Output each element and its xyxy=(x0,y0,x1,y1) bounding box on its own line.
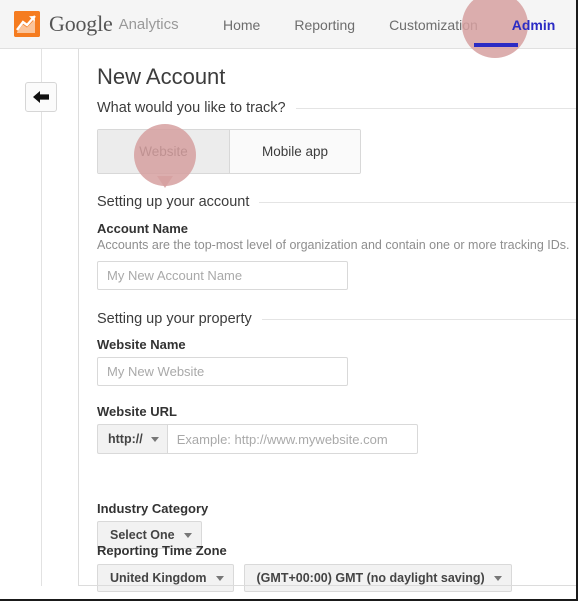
timezone-country-dropdown[interactable]: United Kingdom xyxy=(97,564,234,592)
account-name-label: Account Name xyxy=(97,221,189,236)
track-type-toggle-group: Website Mobile app xyxy=(97,129,361,174)
section-header-property: Setting up your property xyxy=(97,311,576,327)
section-divider-property xyxy=(261,318,576,320)
chevron-down-icon xyxy=(493,575,502,581)
reporting-time-zone-row: United Kingdom (GMT+00:00) GMT (no dayli… xyxy=(97,564,512,592)
app-window: Google Analytics Home Reporting Customiz… xyxy=(0,0,578,601)
account-name-help-text: Accounts are the top-most level of organ… xyxy=(97,238,570,252)
url-protocol-value: http:// xyxy=(108,432,143,446)
sidebar-collapse-button[interactable] xyxy=(25,82,57,112)
logo-analytics-text: Analytics xyxy=(118,15,179,33)
section-title-track: What would you like to track? xyxy=(97,100,286,116)
website-url-label: Website URL xyxy=(97,404,177,419)
chevron-down-icon xyxy=(215,575,224,581)
website-name-label: Website Name xyxy=(97,337,186,352)
timezone-offset-value: (GMT+00:00) GMT (no daylight saving) xyxy=(256,571,485,585)
url-protocol-dropdown[interactable]: http:// xyxy=(97,424,167,454)
section-header-track: What would you like to track? xyxy=(97,100,576,116)
timezone-offset-dropdown[interactable]: (GMT+00:00) GMT (no daylight saving) xyxy=(243,564,512,592)
chevron-down-icon xyxy=(183,532,192,538)
page-title: New Account xyxy=(97,64,226,89)
section-title-property: Setting up your property xyxy=(97,311,252,327)
section-header-account: Setting up your account xyxy=(97,194,576,210)
google-analytics-logo[interactable]: Google Analytics xyxy=(14,11,179,37)
nav-item-home[interactable]: Home xyxy=(206,0,277,49)
chevron-down-icon xyxy=(150,436,159,442)
section-divider-account xyxy=(259,201,576,203)
account-name-input[interactable] xyxy=(97,261,348,290)
google-analytics-logo-icon xyxy=(14,11,40,37)
nav-item-admin[interactable]: Admin xyxy=(495,0,573,49)
website-url-row: http:// xyxy=(97,424,418,454)
website-url-input[interactable] xyxy=(166,424,418,454)
section-title-account: Setting up your account xyxy=(97,194,250,210)
industry-category-value: Select One xyxy=(110,528,175,542)
arrow-left-icon xyxy=(32,90,50,104)
reporting-time-zone-label: Reporting Time Zone xyxy=(97,543,227,558)
nav-item-reporting[interactable]: Reporting xyxy=(277,0,372,49)
website-name-input[interactable] xyxy=(97,357,348,386)
main-content: New Account What would you like to track… xyxy=(79,49,576,592)
main-nav: Home Reporting Customization Admin xyxy=(206,0,572,49)
content-bottom-divider xyxy=(79,585,576,586)
sidebar-rail-outer xyxy=(41,49,42,586)
nav-item-customization[interactable]: Customization xyxy=(372,0,495,49)
timezone-country-value: United Kingdom xyxy=(110,571,207,585)
nav-active-underline xyxy=(474,43,518,47)
toggle-website[interactable]: Website xyxy=(98,130,229,173)
logo-google-text: Google xyxy=(49,11,113,36)
toggle-mobile-app[interactable]: Mobile app xyxy=(229,130,360,173)
industry-category-label: Industry Category xyxy=(97,501,209,516)
section-divider-track xyxy=(295,107,576,109)
top-header: Google Analytics Home Reporting Customiz… xyxy=(0,0,576,49)
